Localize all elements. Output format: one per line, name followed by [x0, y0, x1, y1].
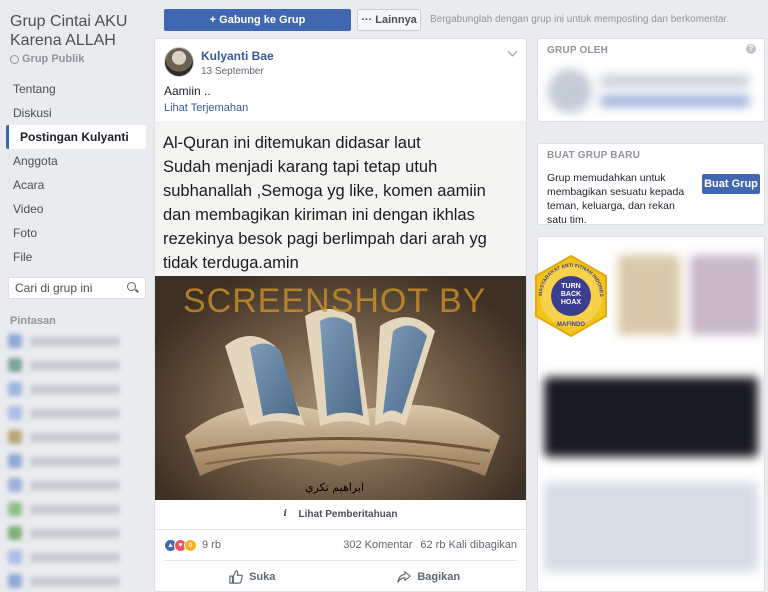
left-sidebar: Grup Cintai AKU Karena ALLAH Grup Publik…: [0, 0, 152, 592]
suggested-thumbnail[interactable]: [618, 255, 680, 335]
shortcut-item[interactable]: [8, 526, 140, 540]
reaction-count[interactable]: 9 rb: [202, 539, 221, 551]
hoax-center-text: TURN BACK HOAX: [560, 283, 582, 306]
post-image[interactable]: Al-Quran ini ditemukan didasar laut Suda…: [155, 121, 526, 500]
mafindo-label: MAFINDO: [557, 322, 585, 328]
nav-item-video[interactable]: Video: [6, 197, 146, 221]
coral-quran-photo: SCREENSHOT BY ابراهيم تكري: [155, 276, 526, 500]
comment-count[interactable]: 302 Komentar: [343, 539, 412, 551]
image-text-line: dan membagikan kiriman ini dengan ikhlas: [163, 206, 475, 224]
post-author[interactable]: Kulyanti Bae: [201, 49, 274, 63]
post-options-chevron-icon[interactable]: [507, 46, 518, 57]
create-group-button[interactable]: Buat Grup: [702, 174, 760, 194]
post-actions: Suka Bagikan: [164, 560, 518, 591]
nav-item-foto[interactable]: Foto: [6, 221, 146, 245]
post-text: Aamiin ..: [164, 84, 211, 98]
create-group-heading: BUAT GRUP BARU: [547, 150, 640, 161]
group-admin-name[interactable]: [600, 75, 750, 87]
turn-back-hoax-logo: MASYARAKAT ANTI FITNAH INDONESIA TURN BA…: [532, 254, 607, 338]
shortcut-item[interactable]: [8, 358, 140, 372]
author-avatar[interactable]: [164, 47, 194, 77]
like-label: Suka: [249, 570, 276, 583]
image-text-line: Sudah menjadi karang tapi tetap utuh: [163, 158, 438, 176]
group-by-heading: GRUP OLEH: [547, 45, 609, 56]
group-privacy: Grup Publik: [10, 53, 84, 65]
nav-item-diskusi[interactable]: Diskusi: [6, 101, 146, 125]
nav-item-anggota[interactable]: Anggota: [6, 149, 146, 173]
group-nav: Tentang Diskusi Postingan Kulyanti Anggo…: [6, 77, 146, 269]
thumbs-up-icon: [229, 569, 243, 584]
shortcut-item[interactable]: [8, 430, 140, 444]
group-title[interactable]: Grup Cintai AKU Karena ALLAH: [10, 12, 148, 50]
share-count[interactable]: 62 rb Kali dibagikan: [420, 539, 517, 551]
more-options-button[interactable]: ··· Lainnya: [357, 9, 421, 31]
shortcuts-label: Pintasan: [10, 315, 56, 327]
globe-icon: [10, 54, 19, 64]
reactions[interactable]: ▲ ♥ o 9 rb: [164, 538, 221, 552]
nav-item-file[interactable]: File: [6, 245, 146, 269]
like-button[interactable]: Suka: [164, 561, 341, 591]
nav-item-acara[interactable]: Acara: [6, 173, 146, 197]
share-button[interactable]: Bagikan: [341, 561, 518, 591]
group-admin-avatar[interactable]: [548, 69, 592, 113]
post-card: Kulyanti Bae 13 September Aamiin .. Liha…: [154, 38, 527, 592]
shortcut-item[interactable]: [8, 478, 140, 492]
suggested-video-thumbnail[interactable]: [544, 377, 758, 457]
see-notice-label[interactable]: Lihat Pemberitahuan: [299, 509, 398, 520]
create-group-description: Grup memudahkan untuk membagikan sesuatu…: [547, 172, 685, 226]
join-group-button[interactable]: + Gabung ke Grup: [164, 9, 351, 31]
create-group-card: BUAT GRUP BARU Grup memudahkan untuk mem…: [537, 143, 765, 226]
screenshot-watermark: SCREENSHOT BY: [183, 282, 487, 320]
image-text-line: rezekinya besok pagi berlimpah dari arah…: [163, 230, 487, 248]
nav-item-tentang[interactable]: Tentang: [6, 77, 146, 101]
image-text-line: tidak terduga.amin: [163, 254, 299, 272]
nav-item-postingan[interactable]: Postingan Kulyanti: [6, 125, 146, 149]
share-label: Bagikan: [417, 570, 461, 583]
shortcut-item[interactable]: [8, 502, 140, 516]
post-stats: ▲ ♥ o 9 rb 302 Komentar 62 rb Kali dibag…: [155, 532, 526, 558]
suggested-thumbnail[interactable]: [690, 255, 760, 335]
group-by-card: GRUP OLEH ?: [537, 38, 765, 122]
image-text-line: subhanallah ,Semoga yg like, komen aamii…: [163, 182, 486, 200]
group-action-bar: + Gabung ke Grup ··· Lainnya Bergabungla…: [152, 0, 768, 38]
shortcut-item[interactable]: [8, 382, 140, 396]
shortcut-item[interactable]: [8, 406, 140, 420]
wow-reaction-icon: o: [184, 538, 197, 552]
join-hint-text: Bergabunglah dengan grup ini untuk mempo…: [430, 14, 730, 25]
group-privacy-label: Grup Publik: [22, 53, 85, 65]
shortcut-item[interactable]: [8, 550, 140, 564]
post-date[interactable]: 13 September: [201, 66, 264, 77]
image-text-line: Al-Quran ini ditemukan didasar laut: [163, 134, 421, 152]
group-search: [8, 277, 146, 299]
suggested-video-thumbnail[interactable]: [544, 482, 758, 572]
info-icon: i: [283, 509, 287, 519]
group-search-input[interactable]: [15, 281, 127, 295]
see-translation-link[interactable]: Lihat Terjemahan: [164, 102, 248, 114]
group-admin-link[interactable]: [600, 95, 750, 107]
shortcut-item[interactable]: [8, 574, 140, 588]
facebook-group-page: Grup Cintai AKU Karena ALLAH Grup Publik…: [0, 0, 768, 592]
see-notice-row[interactable]: i Lihat Pemberitahuan: [155, 500, 526, 530]
help-icon[interactable]: ?: [746, 44, 756, 54]
shortcut-item[interactable]: [8, 454, 140, 468]
arabic-signature: ابراهيم تكري: [305, 481, 364, 494]
search-icon[interactable]: [127, 282, 139, 294]
share-arrow-icon: [397, 570, 412, 583]
shortcut-item[interactable]: [8, 334, 140, 348]
